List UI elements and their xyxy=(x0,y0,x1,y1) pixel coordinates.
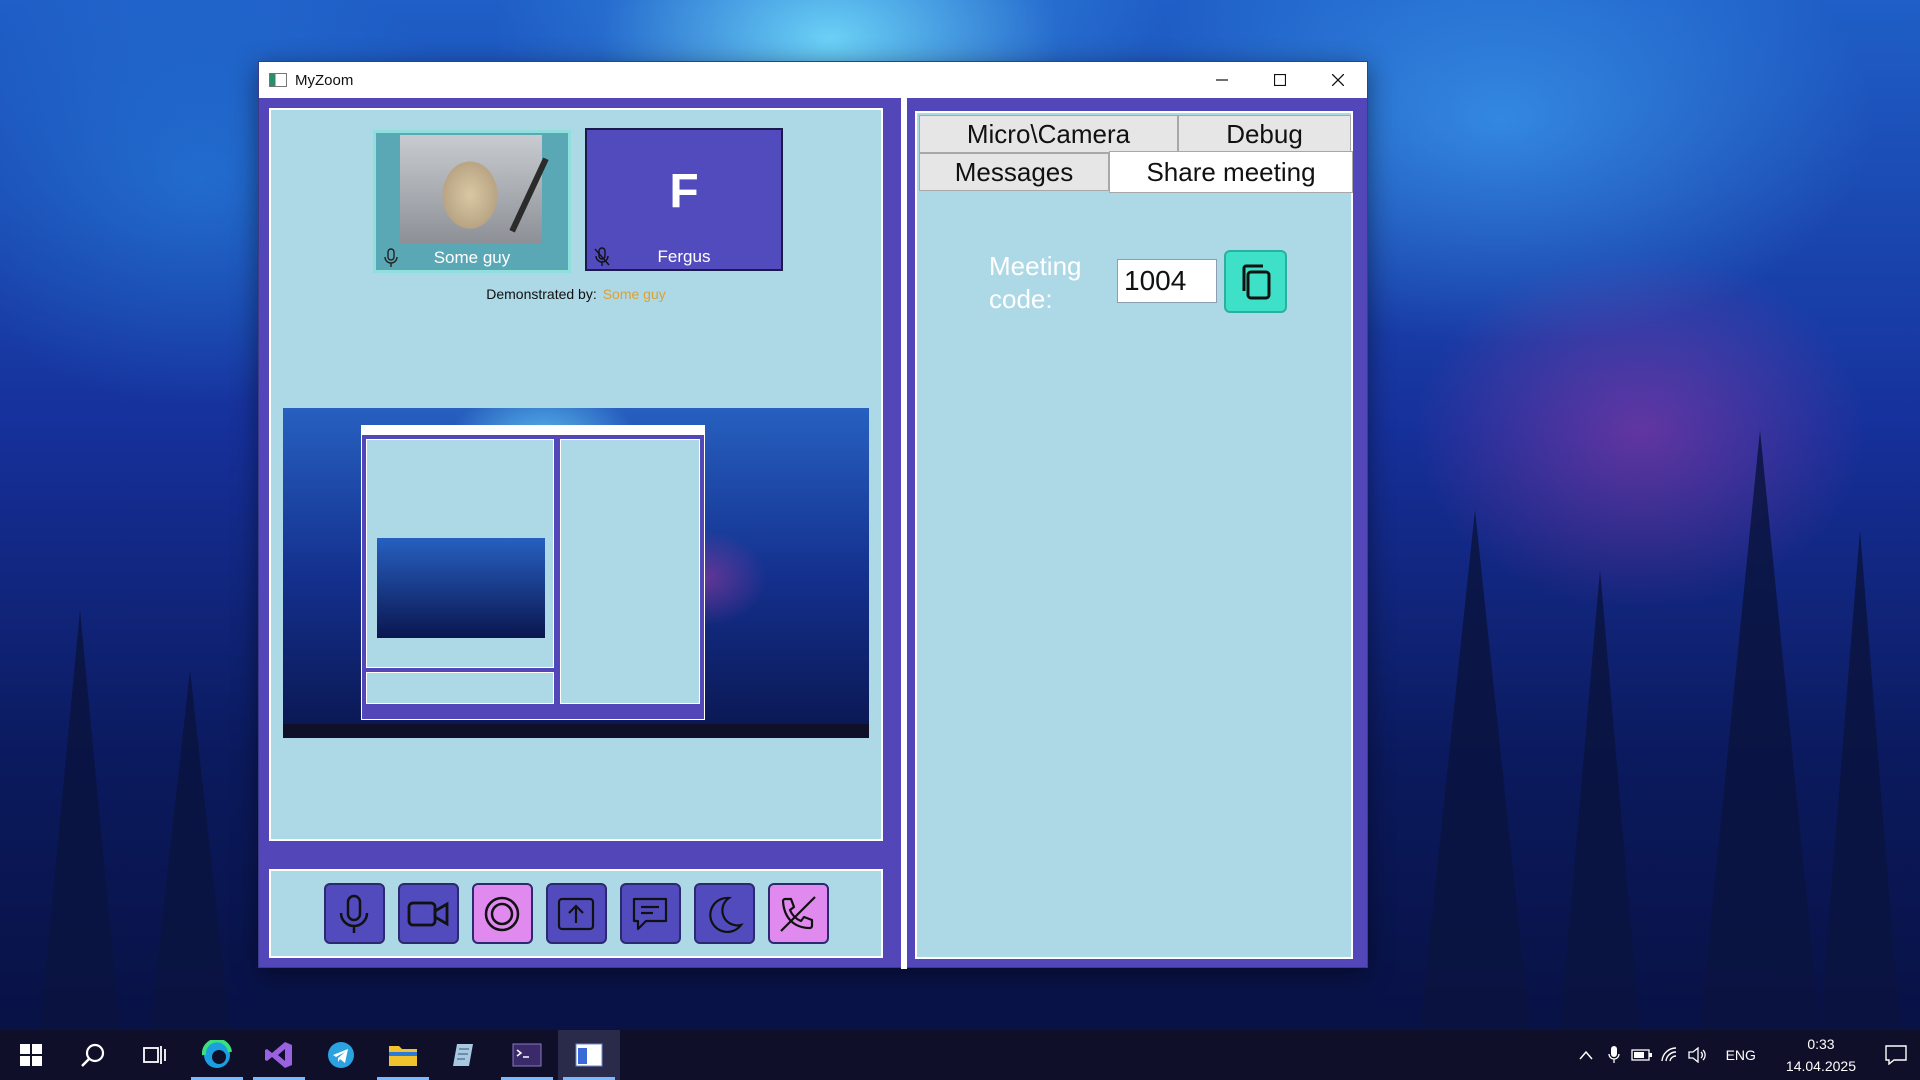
notepad-icon xyxy=(453,1044,473,1066)
avatar-letter: F xyxy=(669,165,699,218)
control-bar xyxy=(269,869,883,958)
chat-icon xyxy=(632,897,668,930)
taskbar: ENG 0:33 14.04.2025 xyxy=(0,1030,1920,1080)
search-button[interactable] xyxy=(62,1030,124,1080)
moon-icon xyxy=(709,896,744,933)
camera-button[interactable] xyxy=(397,883,459,944)
upload-button[interactable] xyxy=(545,883,607,944)
background-tree xyxy=(1420,510,1530,1030)
myzoom-window: MyZoom Some guy F Fergus Demonstrated by… xyxy=(258,61,1368,969)
windows-icon xyxy=(20,1044,42,1066)
shared-screen-view xyxy=(283,408,869,738)
background-tree xyxy=(150,670,230,1030)
terminal-icon xyxy=(512,1043,542,1067)
show-hidden-icons-button[interactable] xyxy=(1572,1030,1600,1080)
copy-icon xyxy=(1242,264,1270,299)
task-view-icon xyxy=(143,1046,166,1064)
network-tray[interactable] xyxy=(1656,1030,1684,1080)
telegram-icon xyxy=(328,1042,354,1068)
microphone-button[interactable] xyxy=(323,883,385,944)
app-icon xyxy=(269,73,287,87)
shared-screen-window xyxy=(361,425,705,720)
hang-up-button[interactable] xyxy=(767,883,829,944)
tab-strip: Micro\Camera Debug Messages Share meetin… xyxy=(919,115,1353,193)
speaker-icon xyxy=(1687,1047,1706,1063)
background-tree xyxy=(1820,530,1900,1030)
microphone-icon xyxy=(1607,1046,1620,1063)
notification-center-button[interactable] xyxy=(1872,1030,1920,1080)
participant-tile[interactable]: Some guy xyxy=(373,130,571,273)
tab-debug[interactable]: Debug xyxy=(1178,115,1351,153)
pane-divider[interactable] xyxy=(901,98,907,969)
taskbar-app-terminal[interactable] xyxy=(496,1030,558,1080)
participant-name: Fergus xyxy=(657,247,711,266)
maximize-button[interactable] xyxy=(1251,62,1309,98)
clock-date: 14.04.2025 xyxy=(1785,1058,1856,1074)
dark-mode-button[interactable] xyxy=(693,883,755,944)
taskbar-app-visual-studio[interactable] xyxy=(248,1030,310,1080)
meeting-code-label: Meeting code: xyxy=(989,251,1082,314)
participant-name: Some guy xyxy=(433,248,511,267)
hang-up-icon xyxy=(780,895,816,932)
copy-code-button[interactable] xyxy=(1224,250,1287,313)
minimize-button[interactable] xyxy=(1193,62,1251,98)
myzoom-app-icon xyxy=(575,1043,603,1067)
screen-share-icon xyxy=(484,896,520,931)
clock[interactable]: 0:33 14.04.2025 xyxy=(1770,1033,1872,1077)
taskbar-app-telegram[interactable] xyxy=(310,1030,372,1080)
camera-icon xyxy=(407,901,449,926)
background-tree xyxy=(1700,430,1820,1030)
webcam-video xyxy=(400,135,549,243)
settings-pane: Micro\Camera Debug Messages Share meetin… xyxy=(915,111,1353,959)
visual-studio-icon xyxy=(265,1042,292,1068)
battery-tray[interactable] xyxy=(1628,1030,1656,1080)
folder-icon xyxy=(389,1046,417,1066)
notification-icon xyxy=(1885,1045,1907,1065)
chat-button[interactable] xyxy=(619,883,681,944)
maximize-icon xyxy=(1274,74,1286,86)
edge-icon xyxy=(202,1040,232,1068)
meeting-code-field[interactable]: 1004 xyxy=(1117,259,1217,303)
tab-share-meeting[interactable]: Share meeting xyxy=(1109,151,1353,193)
background-tree xyxy=(1560,570,1640,1030)
presenter-name: Some guy xyxy=(602,286,666,302)
search-icon xyxy=(81,1043,105,1067)
system-tray: ENG 0:33 14.04.2025 xyxy=(1572,1030,1920,1080)
conference-pane: Some guy F Fergus Demonstrated by: Some g… xyxy=(269,108,883,841)
tab-messages[interactable]: Messages xyxy=(919,153,1109,191)
volume-tray[interactable] xyxy=(1684,1030,1712,1080)
close-icon xyxy=(1332,74,1344,86)
taskbar-app-notepad[interactable] xyxy=(434,1030,496,1080)
task-view-button[interactable] xyxy=(124,1030,186,1080)
chevron-up-icon xyxy=(1579,1050,1593,1060)
screen-share-button[interactable] xyxy=(471,883,533,944)
clock-time: 0:33 xyxy=(1807,1036,1835,1052)
title-bar[interactable]: MyZoom xyxy=(259,62,1367,98)
close-button[interactable] xyxy=(1309,62,1367,98)
demonstrated-label: Demonstrated by: xyxy=(486,286,597,302)
background-tree xyxy=(40,610,120,1030)
tab-micro-camera[interactable]: Micro\Camera xyxy=(919,115,1178,153)
taskbar-app-file-explorer[interactable] xyxy=(372,1030,434,1080)
taskbar-app-edge[interactable] xyxy=(186,1030,248,1080)
microphone-tray[interactable] xyxy=(1600,1030,1628,1080)
demonstration-status: Demonstrated by: Some guy xyxy=(271,286,881,302)
start-button[interactable] xyxy=(0,1030,62,1080)
microphone-icon xyxy=(339,894,369,933)
window-title: MyZoom xyxy=(295,71,354,89)
participant-tile[interactable]: F Fergus xyxy=(585,128,783,271)
minimize-icon xyxy=(1216,79,1228,81)
wifi-icon xyxy=(1660,1047,1676,1062)
upload-icon xyxy=(557,897,595,930)
battery-icon xyxy=(1630,1049,1652,1061)
taskbar-app-myzoom[interactable] xyxy=(558,1030,620,1080)
language-indicator[interactable]: ENG xyxy=(1712,1047,1770,1063)
